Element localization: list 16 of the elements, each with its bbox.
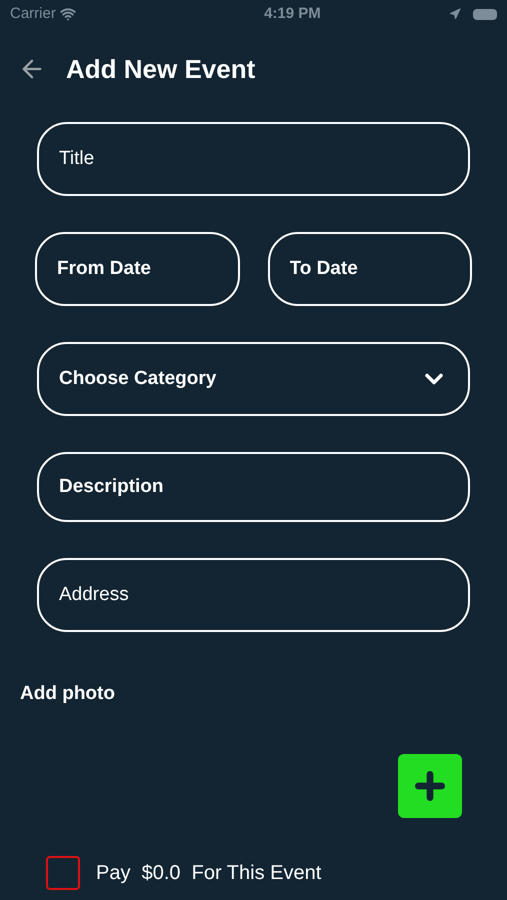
- pay-label: Pay $0.0 For This Event: [96, 860, 322, 886]
- description-field[interactable]: Description: [37, 452, 470, 522]
- wifi-icon: [60, 6, 76, 22]
- clock-time: 4:19 PM: [264, 4, 321, 24]
- carrier-label: Carrier: [10, 4, 56, 24]
- category-dropdown[interactable]: Choose Category: [37, 342, 470, 416]
- pay-checkbox[interactable]: [46, 856, 80, 890]
- date-field[interactable]: From Date: [35, 232, 240, 306]
- battery-icon: [472, 8, 497, 20]
- add-photo-label: Add photo: [19, 682, 116, 706]
- input-field[interactable]: Address: [37, 558, 470, 632]
- location-icon: [448, 8, 461, 20]
- input-field[interactable]: Title: [37, 122, 470, 196]
- date-field[interactable]: To Date: [268, 232, 472, 306]
- page-title: Add New Event: [66, 52, 256, 86]
- add-photo-button[interactable]: [398, 754, 462, 818]
